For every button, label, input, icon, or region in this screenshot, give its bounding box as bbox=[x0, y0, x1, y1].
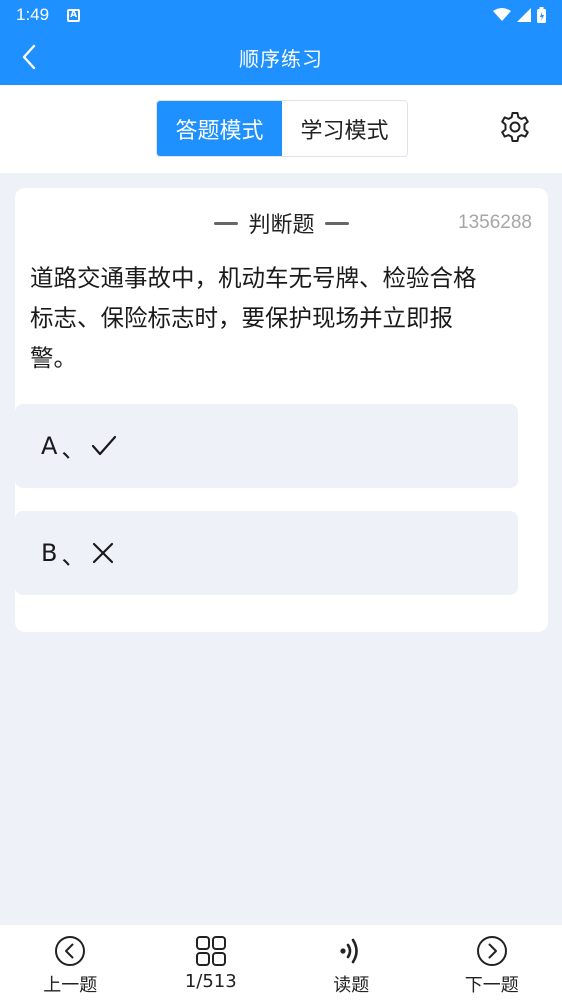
question-index-button[interactable]: 1/513 bbox=[141, 925, 282, 1000]
check-icon bbox=[92, 435, 117, 456]
question-text: 道路交通事故中，机动车无号牌、检验合格 标志、保险标志时，要保护现场并立即报 警… bbox=[30, 258, 535, 378]
gear-icon bbox=[501, 112, 529, 142]
question-id: 1356288 bbox=[458, 212, 532, 233]
chevron-left-icon bbox=[22, 44, 36, 70]
question-type: 判断题 bbox=[248, 213, 315, 238]
answer-mode-tab[interactable]: 答题模式 bbox=[157, 101, 282, 156]
option-a[interactable]: A 、 bbox=[15, 404, 518, 488]
read-question-label: 读题 bbox=[333, 975, 370, 996]
settings-button[interactable] bbox=[498, 110, 532, 144]
a-icon: A bbox=[67, 8, 81, 22]
study-mode-tab[interactable]: 学习模式 bbox=[282, 101, 407, 156]
cross-icon bbox=[93, 542, 114, 564]
signal-icon bbox=[517, 8, 531, 22]
chevron-left-circle-icon bbox=[53, 935, 87, 967]
grid-icon bbox=[194, 935, 228, 967]
speaker-icon bbox=[334, 935, 368, 967]
option-separator: 、 bbox=[61, 434, 86, 463]
question-line: 警。 bbox=[30, 344, 77, 372]
bottom-nav: 上一题 1/513 读题 下一题 bbox=[0, 925, 562, 1000]
option-letter: B bbox=[41, 539, 58, 567]
battery-icon bbox=[537, 7, 546, 23]
divider bbox=[214, 221, 239, 225]
option-separator: 、 bbox=[61, 541, 86, 570]
next-question-label: 下一题 bbox=[464, 975, 519, 996]
prev-question-label: 上一题 bbox=[43, 975, 98, 996]
read-question-button[interactable]: 读题 bbox=[281, 925, 422, 1000]
chevron-right-circle-icon bbox=[475, 935, 509, 967]
mode-toggle: 答题模式 学习模式 bbox=[156, 100, 408, 157]
progress-label: 1/513 bbox=[184, 971, 237, 992]
prev-question-button[interactable]: 上一题 bbox=[0, 925, 141, 1000]
question-line: 标志、保险标志时，要保护现场并立即报 bbox=[30, 304, 453, 332]
title-bar: 顺序练习 bbox=[0, 30, 562, 85]
back-button[interactable] bbox=[14, 42, 44, 72]
status-bar: 1:49 A bbox=[0, 0, 562, 30]
option-b[interactable]: B 、 bbox=[15, 511, 518, 595]
option-letter: A bbox=[41, 432, 58, 460]
status-time: 1:49 bbox=[16, 5, 50, 24]
page-title: 顺序练习 bbox=[239, 47, 323, 71]
question-line: 道路交通事故中，机动车无号牌、检验合格 bbox=[30, 264, 477, 292]
mode-bar: 答题模式 学习模式 bbox=[0, 85, 562, 173]
wifi-icon bbox=[493, 8, 511, 21]
next-question-button[interactable]: 下一题 bbox=[422, 925, 562, 1000]
status-icons bbox=[493, 7, 546, 23]
divider bbox=[324, 221, 349, 225]
